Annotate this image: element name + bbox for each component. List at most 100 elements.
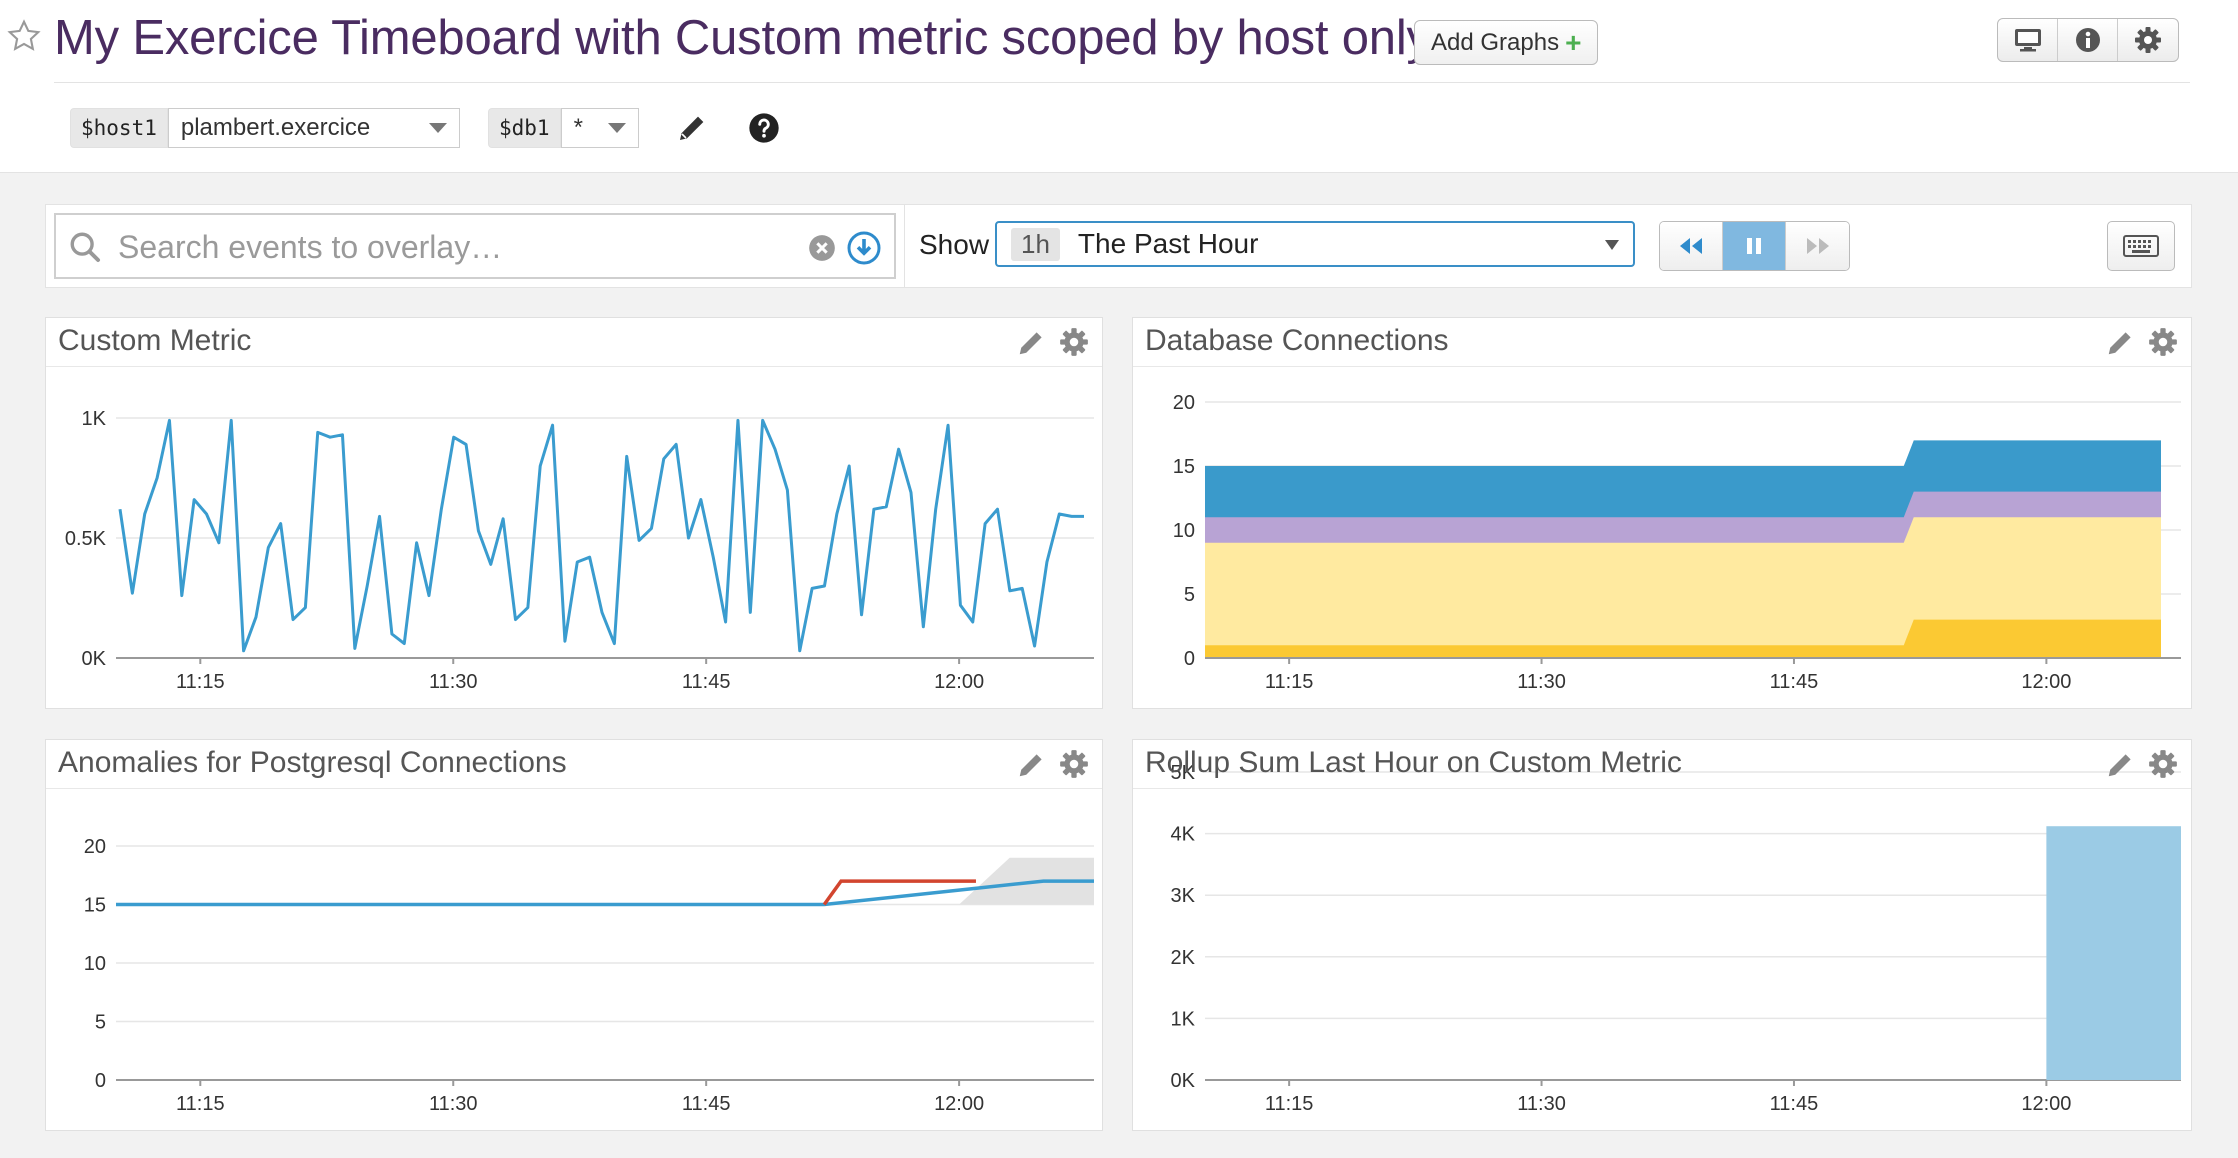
- star-icon[interactable]: [6, 18, 42, 54]
- header-divider: [54, 82, 2190, 83]
- gear-icon[interactable]: [1058, 326, 1090, 358]
- host-select-value: plambert.exercice: [180, 114, 371, 141]
- y-tick-label: 0K: [82, 648, 107, 670]
- x-tick-label: 11:45: [682, 1093, 731, 1115]
- gear-icon[interactable]: [1058, 748, 1090, 780]
- chevron-down-icon: [607, 123, 626, 133]
- pencil-icon[interactable]: [1016, 328, 1046, 358]
- keyboard-shortcuts-button[interactable]: [2107, 221, 2175, 271]
- y-tick-label: 0K: [1171, 1070, 1196, 1092]
- db-select-value: *: [573, 114, 583, 141]
- gear-icon[interactable]: [2118, 19, 2178, 61]
- custom-metric-chart: 0K 0.5K 1K 11:15 11:30 11:45 12:00: [65, 408, 1094, 693]
- fast-forward-button[interactable]: [1786, 222, 1849, 270]
- y-tick-label: 1K: [82, 408, 107, 430]
- x-tick-label: 11:15: [1265, 1093, 1314, 1115]
- x-tick-label: 11:30: [1517, 671, 1566, 693]
- y-tick-label: 20: [1173, 392, 1195, 414]
- pencil-icon[interactable]: [676, 112, 708, 144]
- widget-divider: [46, 366, 1102, 367]
- x-tick-label: 11:15: [176, 671, 225, 693]
- x-tick-label: 11:45: [1770, 1093, 1819, 1115]
- template-variable-db: $db1 *: [488, 108, 639, 148]
- widget-title: Custom Metric: [58, 324, 252, 357]
- y-tick-label: 15: [84, 895, 106, 917]
- pencil-icon[interactable]: [2105, 750, 2135, 780]
- widget-title: Rollup Sum Last Hour on Custom Metric: [1145, 746, 1682, 779]
- timeframe-select[interactable]: 1h The Past Hour: [995, 221, 1635, 267]
- x-tick-label: 11:30: [429, 671, 478, 693]
- timeframe-shortcut: 1h: [1011, 227, 1060, 261]
- clear-icon[interactable]: [808, 234, 836, 262]
- template-variable-host: $host1 plambert.exercice: [70, 108, 460, 148]
- rollup-sum-chart: 0K1K2K3K4K5K11:15 11:30 11:45 12:00: [1171, 762, 2181, 1115]
- x-tick-label: 12:00: [934, 671, 984, 693]
- y-tick-label: 10: [84, 953, 106, 975]
- y-tick-label: 0: [1184, 648, 1195, 670]
- widget-anomalies-postgresql: 0 5 10 15 20 11:15 11:30 11:45 12:00 Anomalies f…: [45, 739, 1103, 1131]
- y-tick-label: 20: [84, 836, 106, 858]
- keyboard-icon: [2123, 235, 2159, 257]
- chevron-down-icon: [1605, 240, 1619, 250]
- gear-icon[interactable]: [2147, 326, 2179, 358]
- widget-divider: [1133, 366, 2191, 367]
- search-input[interactable]: Search events to overlay…: [54, 213, 896, 279]
- y-tick-label: 10: [1173, 520, 1195, 542]
- help-icon[interactable]: [748, 112, 780, 144]
- download-icon[interactable]: [846, 230, 882, 266]
- y-tick-label: 5: [1184, 584, 1195, 606]
- search-icon: [70, 232, 101, 263]
- plus-icon: +: [1565, 26, 1582, 58]
- anomalies-chart: 0 5 10 15 20 11:15 11:30 11:45 12:00: [84, 836, 1094, 1115]
- search-placeholder: Search events to overlay…: [118, 229, 503, 265]
- widget-title: Database Connections: [1145, 324, 1449, 357]
- x-tick-label: 11:15: [1265, 671, 1314, 693]
- y-tick-label: 4K: [1171, 824, 1196, 846]
- x-tick-label: 12:00: [2021, 671, 2071, 693]
- rewind-button[interactable]: [1660, 222, 1723, 270]
- series-line: [118, 418, 1084, 653]
- widget-rollup-sum: 0K 1K 2K 3K 4K 5K 11:15 11:30 11:45 12:00 Rollup …: [1132, 739, 2192, 1131]
- monitor-icon[interactable]: [1998, 19, 2058, 61]
- x-tick-label: 12:00: [2021, 1093, 2071, 1115]
- events-toolbar: Search events to overlay… Show 1h The Pa…: [45, 204, 2192, 288]
- template-variable-name: $db1: [488, 108, 561, 148]
- info-icon[interactable]: [2058, 19, 2118, 61]
- y-tick-label: 3K: [1171, 885, 1196, 907]
- bar: [2046, 826, 2181, 1080]
- pause-button[interactable]: [1723, 222, 1786, 270]
- x-tick-label: 11:45: [1770, 671, 1819, 693]
- widget-database-connections: 0 5 10 15 20 11:15 11:30 11:45 12:00 Database Co…: [1132, 317, 2192, 709]
- add-graphs-button[interactable]: Add Graphs +: [1414, 20, 1599, 65]
- y-tick-label: 0: [95, 1070, 106, 1092]
- timeframe-label: The Past Hour: [1077, 228, 1259, 259]
- y-tick-label: 2K: [1171, 947, 1196, 969]
- rewind-icon: [1680, 238, 1702, 254]
- y-tick-label: 1K: [1171, 1008, 1196, 1030]
- x-tick-label: 11:30: [429, 1093, 478, 1115]
- dashboard-header: My Exercice Timeboard with Custom metric…: [0, 0, 2238, 173]
- y-tick-label: 5: [95, 1012, 106, 1034]
- chevron-down-icon: [428, 123, 447, 133]
- db-select[interactable]: *: [560, 108, 639, 148]
- page-title: My Exercice Timeboard with Custom metric…: [54, 11, 1431, 65]
- x-tick-label: 12:00: [934, 1093, 984, 1115]
- x-tick-label: 11:30: [1517, 1093, 1566, 1115]
- metric-line: [116, 879, 1094, 907]
- toolbar-divider: [904, 205, 905, 287]
- widget-custom-metric: 0K 0.5K 1K 11:15 11:30 11:45 12:00 Custom Metr…: [45, 317, 1103, 709]
- pause-icon: [1747, 238, 1761, 254]
- widget-divider: [1133, 788, 2191, 789]
- pencil-icon[interactable]: [1016, 750, 1046, 780]
- gear-icon[interactable]: [2147, 748, 2179, 780]
- template-variable-name: $host1: [70, 108, 168, 148]
- pencil-icon[interactable]: [2105, 328, 2135, 358]
- widget-title: Anomalies for Postgresql Connections: [58, 746, 567, 779]
- header-tools: [1997, 18, 2179, 62]
- add-graphs-label: Add Graphs: [1431, 28, 1560, 56]
- fast-forward-icon: [1806, 238, 1829, 254]
- database-connections-chart: 0 5 10 15 20 11:15 11:30 11:45 12:00: [1173, 392, 2181, 693]
- y-tick-label: 0.5K: [65, 528, 107, 550]
- show-label: Show: [919, 229, 990, 260]
- host-select[interactable]: plambert.exercice: [167, 108, 460, 148]
